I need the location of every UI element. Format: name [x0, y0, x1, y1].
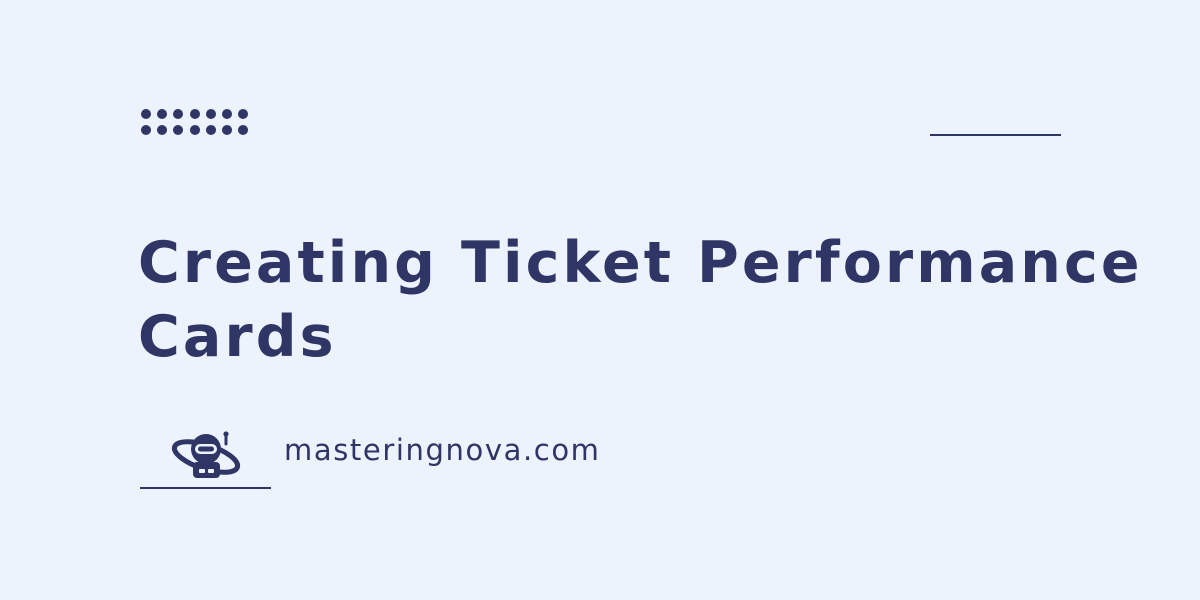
dot — [238, 109, 249, 119]
dot — [141, 109, 151, 119]
dot — [221, 109, 232, 119]
dot — [205, 125, 216, 135]
brand-block: masteringnova.com — [140, 426, 620, 490]
dot — [205, 109, 216, 119]
dot — [221, 125, 232, 135]
dot — [189, 125, 200, 135]
top-divider — [930, 134, 1061, 136]
dot — [157, 109, 168, 119]
dot — [141, 125, 151, 135]
dot — [173, 109, 184, 119]
dot — [157, 125, 168, 135]
astronaut-icon — [171, 431, 241, 478]
dot — [238, 125, 249, 135]
page-title: Creating Ticket Performance Cards — [138, 230, 1143, 370]
bottom-divider — [140, 487, 271, 489]
dot — [189, 109, 200, 119]
site-url[interactable]: masteringnova.com — [284, 433, 601, 467]
dot — [173, 125, 184, 135]
dot-grid-icon — [141, 109, 249, 135]
